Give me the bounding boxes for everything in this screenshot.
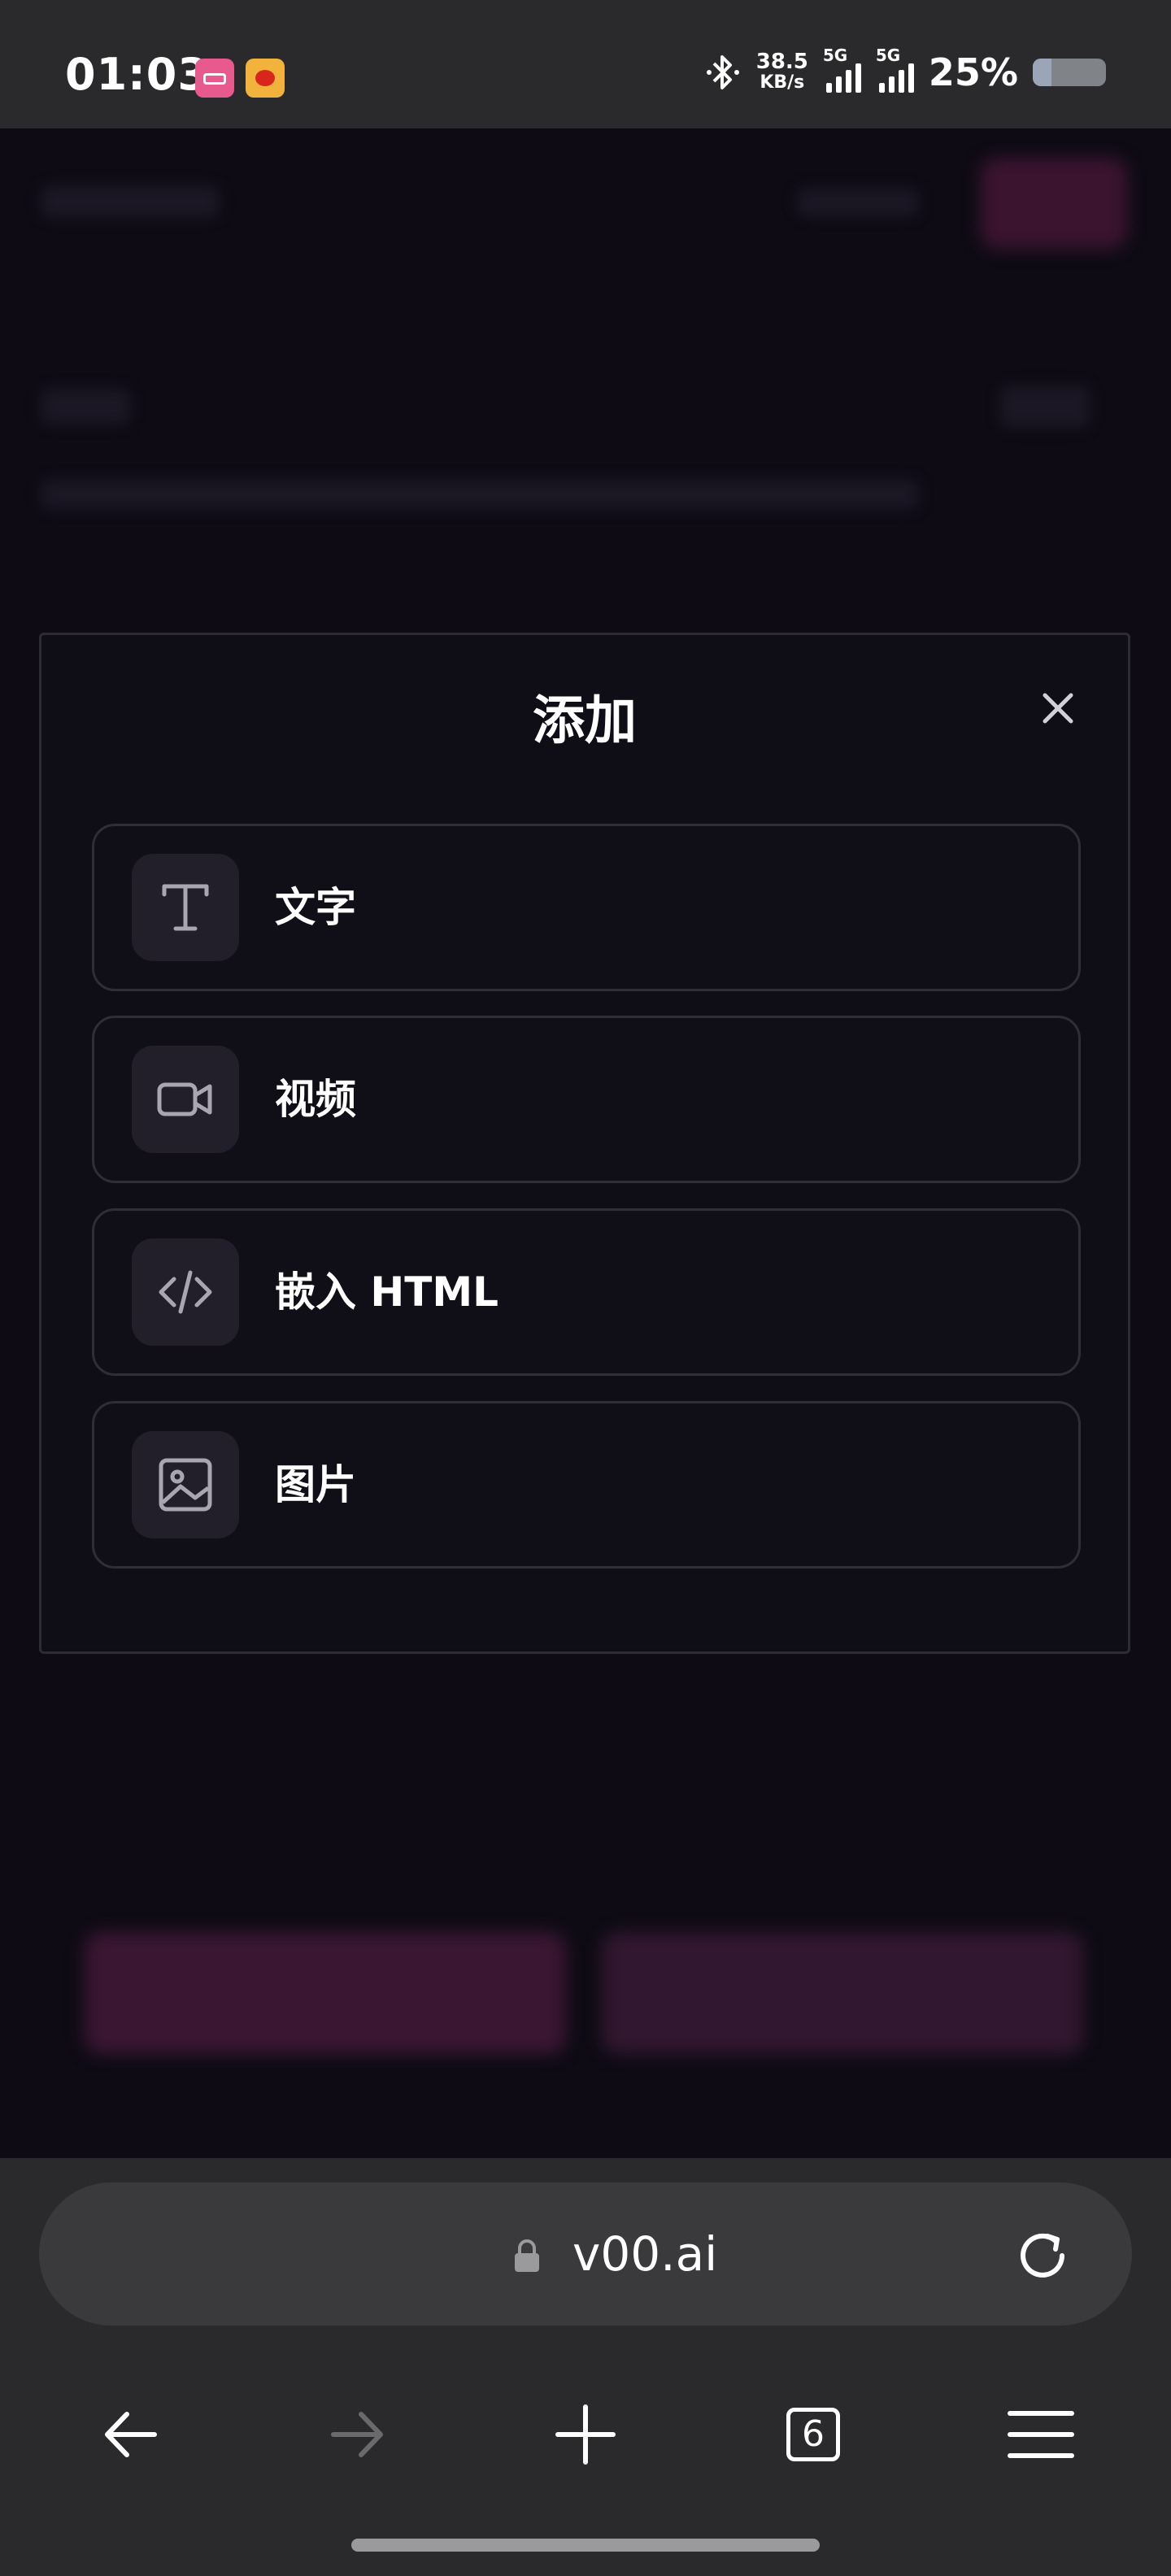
- close-icon[interactable]: [1034, 684, 1082, 733]
- text-icon: [132, 854, 239, 961]
- blurred-secondary-button: [602, 1932, 1083, 2054]
- option-label: 视频: [275, 1076, 356, 1123]
- add-html-option[interactable]: 嵌入 HTML: [92, 1208, 1081, 1376]
- network-speed: 38.5 KB/s: [756, 51, 808, 94]
- tabs-button[interactable]: 6: [773, 2402, 854, 2467]
- battery-icon: [1033, 59, 1106, 86]
- status-time: 01:03: [65, 49, 209, 100]
- status-indicators: 38.5 KB/s 5G 5G 25%: [706, 46, 1106, 94]
- back-button[interactable]: [89, 2402, 171, 2467]
- arrow-right-icon: [331, 2412, 383, 2457]
- blurred-nav-link: [797, 189, 919, 216]
- home-indicator[interactable]: [351, 2539, 820, 2552]
- arrow-left-icon: [105, 2412, 157, 2457]
- option-label: 图片: [275, 1461, 356, 1508]
- add-dialog: 添加 文字 视频 嵌入 HTML 图片: [39, 633, 1130, 1654]
- add-text-option[interactable]: 文字: [92, 824, 1081, 991]
- add-image-option[interactable]: 图片: [92, 1401, 1081, 1569]
- image-icon: [132, 1431, 239, 1538]
- code-icon: [132, 1238, 239, 1346]
- url-text: v00.ai: [572, 2226, 718, 2282]
- signal-sim2-icon: 5G: [876, 46, 914, 93]
- sim1-label: 5G: [822, 46, 848, 65]
- tab-count: 6: [786, 2408, 840, 2461]
- bilibili-icon: [195, 59, 234, 98]
- bluetooth-icon: [706, 55, 739, 89]
- new-tab-button[interactable]: [545, 2402, 626, 2467]
- blurred-chip: [1000, 385, 1090, 428]
- add-video-option[interactable]: 视频: [92, 1016, 1081, 1183]
- reload-icon[interactable]: [1010, 2223, 1075, 2288]
- battery-percent: 25%: [928, 50, 1018, 94]
- blurred-heading: [41, 389, 130, 424]
- option-label: 文字: [275, 884, 356, 931]
- option-label: 嵌入 HTML: [275, 1268, 498, 1316]
- menu-icon: [1008, 2411, 1074, 2458]
- address-bar[interactable]: v00.ai: [39, 2182, 1132, 2326]
- video-icon: [132, 1046, 239, 1153]
- blurred-primary-button: [85, 1932, 566, 2054]
- network-speed-value: 38.5: [755, 50, 808, 74]
- signal-sim1-icon: 5G: [823, 46, 861, 93]
- blurred-text-line: [41, 480, 919, 509]
- network-speed-unit: KB/s: [760, 72, 805, 93]
- dialog-title: 添加: [533, 691, 637, 751]
- forward-button[interactable]: [317, 2402, 398, 2467]
- weibo-icon: [246, 59, 285, 98]
- plus-icon: [555, 2404, 616, 2465]
- blurred-header-button: [981, 158, 1127, 249]
- lock-icon: [515, 2239, 539, 2272]
- status-bar: 01:03 38.5 KB/s 5G 5G 25%: [0, 0, 1171, 128]
- sim2-label: 5G: [875, 46, 901, 65]
- menu-button[interactable]: [1000, 2402, 1082, 2467]
- browser-toolbar: v00.ai 6: [0, 2158, 1171, 2576]
- blurred-logo: [41, 185, 220, 218]
